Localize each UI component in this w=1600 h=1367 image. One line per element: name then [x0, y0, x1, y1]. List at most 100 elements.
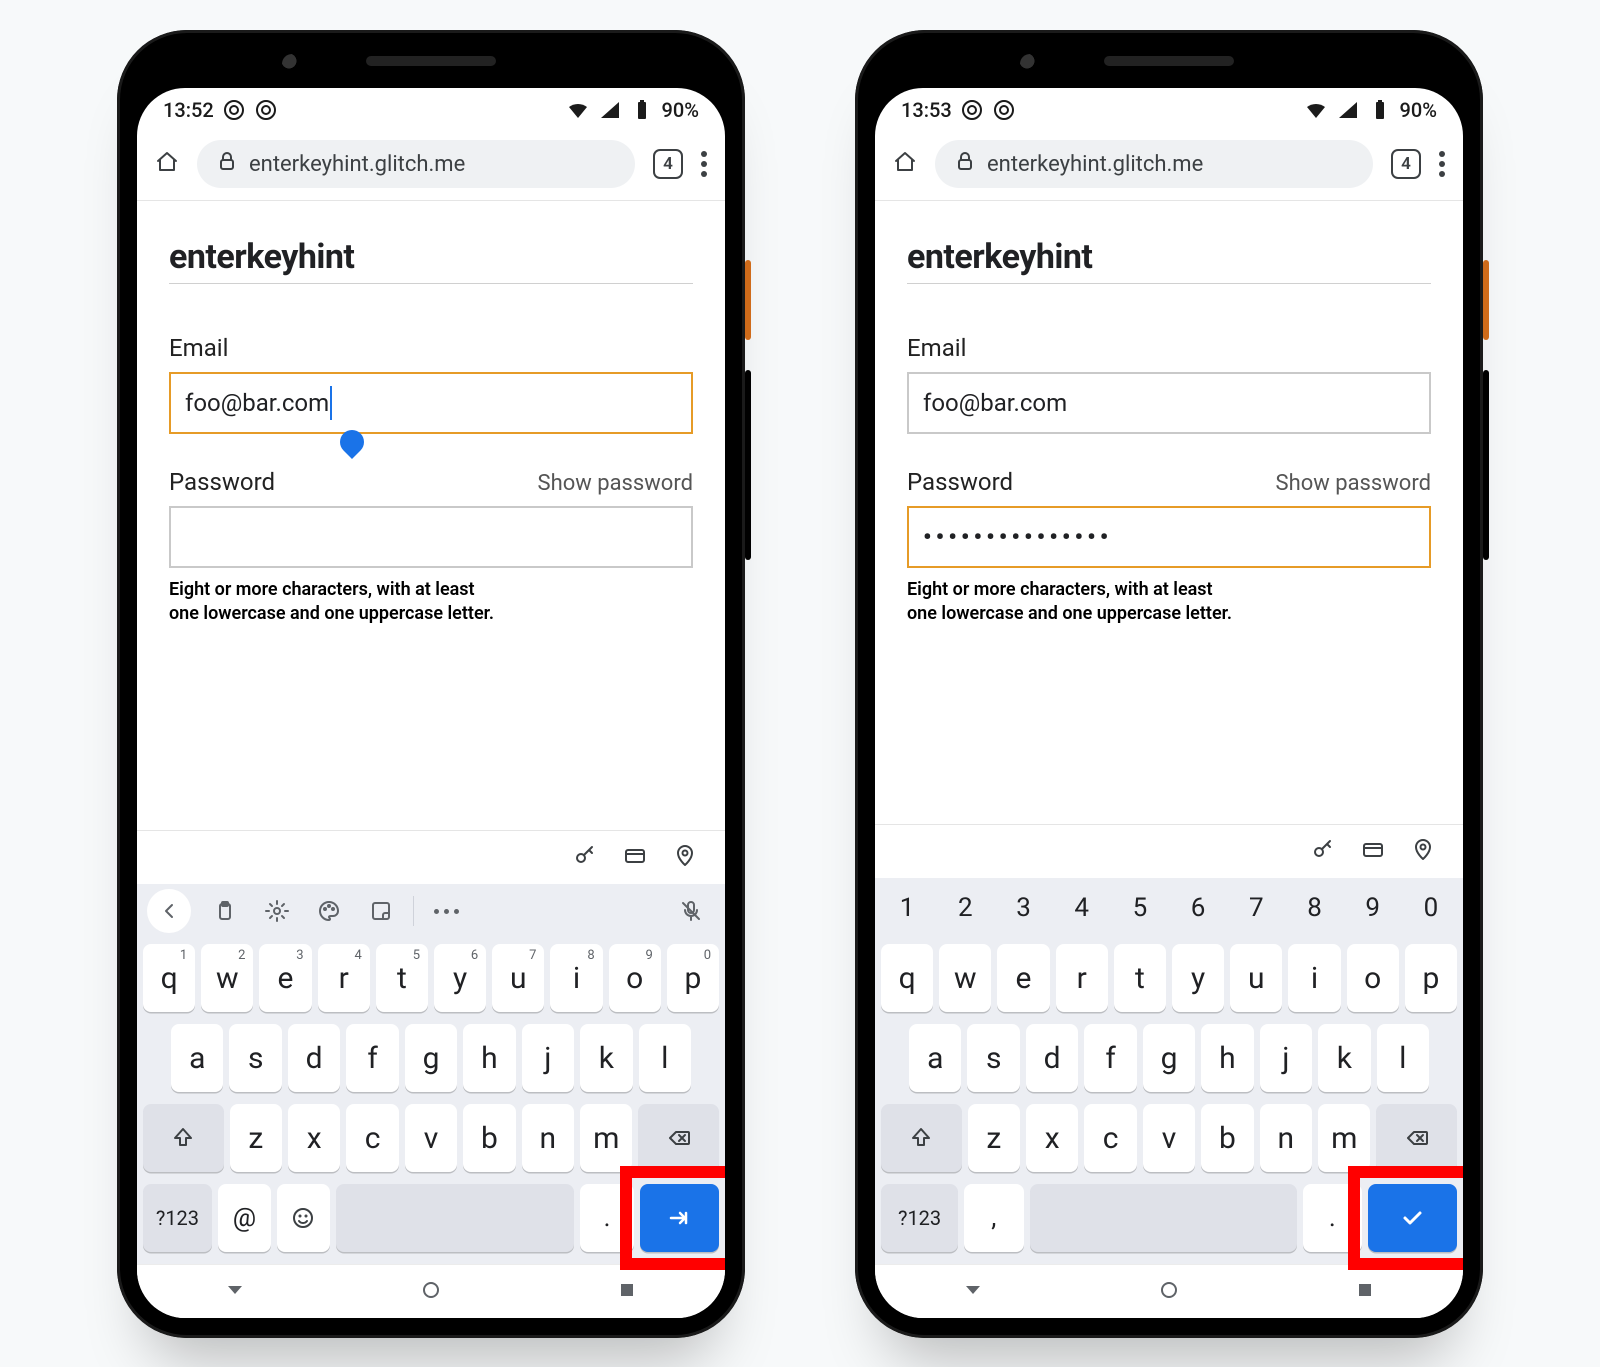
emoji-key[interactable]	[277, 1184, 330, 1252]
key-k[interactable]: k	[580, 1024, 632, 1092]
key-q[interactable]: q	[881, 944, 933, 1012]
key-j[interactable]: j	[1260, 1024, 1312, 1092]
key-t[interactable]: t5	[376, 944, 428, 1012]
key-k[interactable]: k	[1318, 1024, 1370, 1092]
key-z[interactable]: z	[230, 1104, 282, 1172]
card-icon[interactable]	[623, 844, 647, 872]
email-field[interactable]: foo@bar.com	[907, 372, 1431, 434]
selection-handle-icon[interactable]	[335, 425, 369, 459]
key-s[interactable]: s	[229, 1024, 281, 1092]
key-l[interactable]: l	[639, 1024, 691, 1092]
key-l[interactable]: l	[1377, 1024, 1429, 1092]
overflow-menu-icon[interactable]	[1439, 151, 1445, 177]
key-w[interactable]: w2	[201, 944, 253, 1012]
space-key[interactable]	[336, 1184, 575, 1252]
nav-home-icon[interactable]	[1157, 1278, 1181, 1306]
key-c[interactable]: c	[1084, 1104, 1136, 1172]
key-g[interactable]: g	[1143, 1024, 1195, 1092]
comma-key[interactable]: ,	[964, 1184, 1023, 1252]
key-y[interactable]: y6	[434, 944, 486, 1012]
key-p[interactable]: p0	[667, 944, 719, 1012]
key-m[interactable]: m	[580, 1104, 632, 1172]
key-7[interactable]: 7	[1230, 884, 1282, 932]
address-bar[interactable]: enterkeyhint.glitch.me	[935, 140, 1373, 188]
password-field[interactable]	[169, 506, 693, 568]
key-f[interactable]: f	[346, 1024, 398, 1092]
shift-key[interactable]	[143, 1104, 224, 1172]
key-9[interactable]: 9	[1347, 884, 1399, 932]
key-x[interactable]: x	[288, 1104, 340, 1172]
key-o[interactable]: o9	[609, 944, 661, 1012]
home-icon[interactable]	[893, 150, 917, 178]
key-w[interactable]: w	[939, 944, 991, 1012]
back-button[interactable]	[147, 889, 191, 933]
show-password-toggle[interactable]: Show password	[538, 471, 693, 496]
key-q[interactable]: q1	[143, 944, 195, 1012]
tab-switcher[interactable]: 4	[653, 149, 683, 179]
email-field[interactable]: foo@bar.com	[169, 372, 693, 434]
space-key[interactable]	[1030, 1184, 1297, 1252]
volume-rocker[interactable]	[1483, 370, 1489, 560]
key-n[interactable]: n	[522, 1104, 574, 1172]
gear-icon[interactable]	[253, 889, 301, 933]
key-h[interactable]: h	[1201, 1024, 1253, 1092]
key-5[interactable]: 5	[1114, 884, 1166, 932]
tab-switcher[interactable]: 4	[1391, 149, 1421, 179]
show-password-toggle[interactable]: Show password	[1276, 471, 1431, 496]
key-n[interactable]: n	[1260, 1104, 1312, 1172]
key-c[interactable]: c	[346, 1104, 398, 1172]
nav-recent-icon[interactable]	[615, 1278, 639, 1306]
volume-rocker[interactable]	[745, 370, 751, 560]
clipboard-icon[interactable]	[201, 889, 249, 933]
nav-back-icon[interactable]	[223, 1278, 247, 1306]
power-button[interactable]	[745, 260, 751, 340]
key-j[interactable]: j	[522, 1024, 574, 1092]
key-6[interactable]: 6	[1172, 884, 1224, 932]
enter-key-done[interactable]	[1368, 1184, 1457, 1252]
key-3[interactable]: 3	[997, 884, 1049, 932]
nav-recent-icon[interactable]	[1353, 1278, 1377, 1306]
key-1[interactable]: 1	[881, 884, 933, 932]
key-4[interactable]: 4	[1056, 884, 1108, 932]
mode-key[interactable]: ?123	[881, 1184, 958, 1252]
sticker-icon[interactable]	[357, 889, 405, 933]
key-a[interactable]: a	[909, 1024, 961, 1092]
enter-key-next[interactable]	[640, 1184, 720, 1252]
key-s[interactable]: s	[967, 1024, 1019, 1092]
key-z[interactable]: z	[968, 1104, 1020, 1172]
shift-key[interactable]	[881, 1104, 962, 1172]
backspace-key[interactable]	[1376, 1104, 1457, 1172]
key-i[interactable]: i	[1288, 944, 1340, 1012]
key-u[interactable]: u	[1230, 944, 1282, 1012]
location-icon[interactable]	[1411, 838, 1435, 866]
key-d[interactable]: d	[288, 1024, 340, 1092]
palette-icon[interactable]	[305, 889, 353, 933]
key-i[interactable]: i8	[550, 944, 602, 1012]
key-o[interactable]: o	[1347, 944, 1399, 1012]
key-u[interactable]: u7	[492, 944, 544, 1012]
key-icon[interactable]	[573, 844, 597, 872]
key-2[interactable]: 2	[939, 884, 991, 932]
key-f[interactable]: f	[1084, 1024, 1136, 1092]
key-y[interactable]: y	[1172, 944, 1224, 1012]
nav-back-icon[interactable]	[961, 1278, 985, 1306]
key-v[interactable]: v	[405, 1104, 457, 1172]
key-8[interactable]: 8	[1288, 884, 1340, 932]
key-p[interactable]: p	[1405, 944, 1457, 1012]
mode-key[interactable]: ?123	[143, 1184, 212, 1252]
mic-off-icon[interactable]	[667, 889, 715, 933]
period-key[interactable]: .	[580, 1184, 633, 1252]
key-e[interactable]: e	[997, 944, 1049, 1012]
key-0[interactable]: 0	[1405, 884, 1457, 932]
key-v[interactable]: v	[1143, 1104, 1195, 1172]
more-icon[interactable]	[422, 889, 470, 933]
key-r[interactable]: r4	[318, 944, 370, 1012]
nav-home-icon[interactable]	[419, 1278, 443, 1306]
key-t[interactable]: t	[1114, 944, 1166, 1012]
key-d[interactable]: d	[1026, 1024, 1078, 1092]
key-h[interactable]: h	[463, 1024, 515, 1092]
password-field[interactable]: •••••••••••••••	[907, 506, 1431, 568]
key-g[interactable]: g	[405, 1024, 457, 1092]
key-b[interactable]: b	[1201, 1104, 1253, 1172]
backspace-key[interactable]	[638, 1104, 719, 1172]
